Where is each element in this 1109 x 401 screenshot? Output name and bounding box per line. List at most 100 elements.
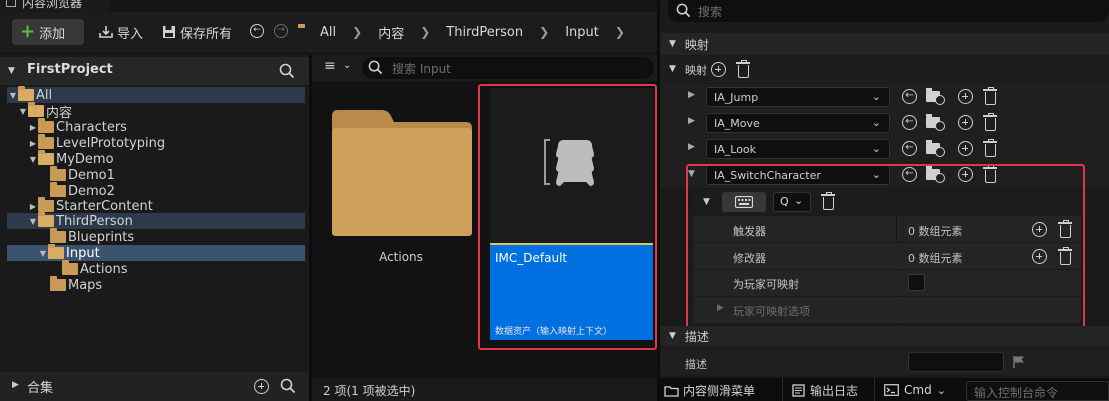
tree-expand-icon[interactable]: ▼ <box>38 249 48 258</box>
save-all-button[interactable]: 保存所有 <box>162 19 232 45</box>
add-modifier-icon[interactable] <box>1032 249 1047 264</box>
breadcrumb-item[interactable]: Input <box>565 25 599 40</box>
output-log-button[interactable]: 输出日志 <box>792 380 858 400</box>
section-collapse-icon[interactable]: ▼ <box>669 331 676 341</box>
tree-item-maps[interactable]: Maps <box>50 276 102 293</box>
filter-icon[interactable]: ≡ <box>324 58 336 74</box>
tree-item-startercontent[interactable]: ▶ StarterContent <box>28 197 153 214</box>
cmd-dropdown[interactable]: Cmd ⌄ <box>884 380 946 400</box>
use-selected-icon[interactable]: ← <box>902 141 917 156</box>
delete-key-icon[interactable] <box>821 192 835 210</box>
clear-modifiers-icon[interactable] <box>1058 247 1072 265</box>
details-search-input[interactable]: 搜索 <box>668 0 1109 22</box>
collections-expand-icon[interactable]: ▶ <box>12 380 19 390</box>
breadcrumb-chevron-icon[interactable]: ❯ <box>352 25 362 39</box>
flag-icon[interactable] <box>1012 355 1026 369</box>
breadcrumb-chevron-icon[interactable]: ❯ <box>420 25 430 39</box>
tree-collapsed-icon[interactable]: ▶ <box>28 123 38 132</box>
row-expand-icon[interactable]: ▶ <box>688 116 695 126</box>
insert-icon[interactable] <box>958 141 973 156</box>
filter-dropdown-icon[interactable]: ⌄ <box>343 60 351 71</box>
delete-icon[interactable] <box>983 87 997 105</box>
add-button[interactable]: + 添加 <box>12 19 84 45</box>
insert-icon[interactable] <box>958 115 973 130</box>
tree-item-levelprototyping[interactable]: ▶ LevelPrototyping <box>28 134 165 151</box>
tree-expand-icon[interactable]: ▼ <box>28 155 38 164</box>
description-input[interactable] <box>908 352 1004 372</box>
player-mappable-checkbox[interactable] <box>908 274 925 291</box>
breadcrumb-chevron-icon[interactable]: ❯ <box>539 25 549 39</box>
input-action-dropdown[interactable]: IA_Look ⌄ <box>706 139 890 159</box>
browse-asset-icon[interactable] <box>926 166 945 183</box>
input-action-dropdown[interactable]: IA_Move ⌄ <box>706 113 890 133</box>
delete-icon[interactable] <box>983 139 997 157</box>
tree-collapsed-icon[interactable]: ▶ <box>28 202 38 211</box>
collections-search-icon[interactable] <box>280 378 296 394</box>
options-expand-icon[interactable]: ▶ <box>717 303 724 313</box>
section-header-mappings[interactable]: ▼ 映射 <box>660 33 1109 55</box>
tree-item-content[interactable]: ▼ 内容 <box>18 102 72 121</box>
add-collection-icon[interactable] <box>254 379 269 394</box>
tree-expand-icon[interactable]: ▼ <box>18 107 28 116</box>
row-expand-icon[interactable]: ▶ <box>688 90 695 100</box>
console-input[interactable]: 输入控制台命令 <box>966 381 1109 401</box>
add-trigger-icon[interactable] <box>1032 222 1047 237</box>
breadcrumb-item[interactable]: 内容 <box>378 23 404 42</box>
delete-icon[interactable] <box>983 165 997 183</box>
section-header-description[interactable]: ▼ 描述 <box>660 326 1109 346</box>
section-collapse-icon[interactable]: ▼ <box>669 39 676 49</box>
breadcrumb-item[interactable]: All <box>320 25 336 40</box>
tree-expand-icon[interactable]: ▼ <box>8 91 18 100</box>
content-browser-tab[interactable]: 内容浏览器 <box>0 0 110 12</box>
use-selected-icon[interactable]: ← <box>902 89 917 104</box>
mappings-collapse-icon[interactable]: ▼ <box>669 64 676 74</box>
history-back-icon[interactable]: ← <box>250 24 264 38</box>
details-search-placeholder: 搜索 <box>698 5 723 19</box>
history-forward-icon[interactable]: → <box>274 24 288 38</box>
search-icon <box>368 60 383 75</box>
key-row-collapse-icon[interactable]: ▼ <box>703 197 710 207</box>
add-button-label: 添加 <box>39 26 66 42</box>
folder-icon <box>28 102 44 117</box>
import-button[interactable]: 导入 <box>98 19 143 45</box>
tree-item-thirdperson[interactable]: ▼ ThirdPerson <box>28 212 133 229</box>
content-drawer-button[interactable]: 内容侧滑菜单 <box>664 380 755 400</box>
breadcrumb-item[interactable]: ThirdPerson <box>446 25 523 40</box>
clear-mappings-icon[interactable] <box>736 60 750 78</box>
folder-icon <box>50 276 66 291</box>
mapping-row: ▶ IA_Move ⌄ ← <box>660 110 1109 136</box>
search-icon[interactable] <box>279 63 295 79</box>
asset-tile-imc-default[interactable]: IMC_Default 数据资产（输入映射上下文） <box>490 88 653 340</box>
tree-item-input[interactable]: ▼ Input <box>38 244 100 261</box>
folder-tile-actions[interactable]: Actions <box>318 88 484 338</box>
browse-asset-icon[interactable] <box>926 140 945 157</box>
delete-icon[interactable] <box>983 113 997 131</box>
asset-search-input[interactable]: 搜索 Input <box>362 57 654 79</box>
use-selected-icon[interactable]: ← <box>902 115 917 130</box>
tree-item-mydemo[interactable]: ▼ MyDemo <box>28 150 114 167</box>
tree-item-blueprints[interactable]: Blueprints <box>50 228 134 245</box>
collapse-arrow-icon[interactable]: ▼ <box>8 66 15 76</box>
clear-triggers-icon[interactable] <box>1058 220 1072 238</box>
tree-item-actions[interactable]: Actions <box>62 260 128 277</box>
insert-icon[interactable] <box>958 89 973 104</box>
add-mapping-icon[interactable] <box>711 62 726 77</box>
key-selector-button[interactable] <box>722 192 766 212</box>
row-collapse-icon[interactable]: ▼ <box>688 169 695 179</box>
input-action-dropdown[interactable]: IA_SwitchCharacter ⌄ <box>706 165 890 185</box>
tree-expand-icon[interactable]: ▼ <box>28 217 38 226</box>
tree-item-characters[interactable]: ▶ Characters <box>28 118 127 135</box>
panel-splitter[interactable] <box>309 55 312 401</box>
tree-item-demo2[interactable]: Demo2 <box>50 182 115 199</box>
panel-splitter[interactable] <box>657 0 660 401</box>
insert-icon[interactable] <box>958 167 973 182</box>
input-action-dropdown[interactable]: IA_Jump ⌄ <box>706 87 890 107</box>
breadcrumb-chevron-icon[interactable]: ❯ <box>615 25 625 39</box>
use-selected-icon[interactable]: ← <box>902 167 917 182</box>
row-expand-icon[interactable]: ▶ <box>688 142 695 152</box>
browse-asset-icon[interactable] <box>926 114 945 131</box>
tree-collapsed-icon[interactable]: ▶ <box>28 139 38 148</box>
browse-asset-icon[interactable] <box>926 88 945 105</box>
key-dropdown[interactable]: Q ⌄ <box>773 192 811 212</box>
tree-item-demo1[interactable]: Demo1 <box>50 166 115 183</box>
